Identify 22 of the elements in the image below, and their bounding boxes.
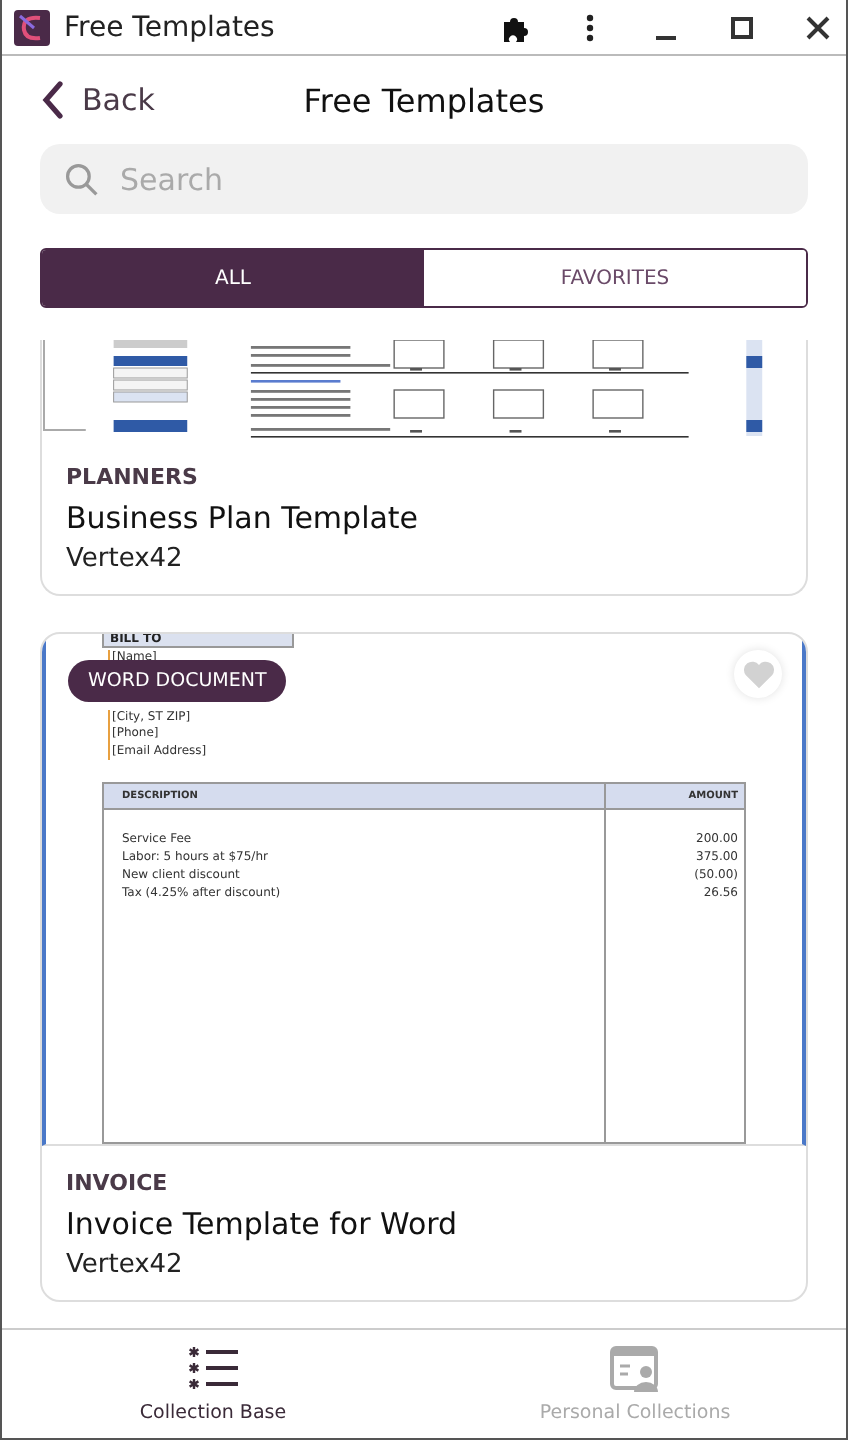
page-title: Free Templates (303, 81, 545, 119)
back-button[interactable]: Back (40, 80, 155, 120)
template-title: Business Plan Template (66, 500, 421, 536)
template-author: Vertex42 (66, 544, 185, 574)
template-card[interactable] (40, 632, 808, 1302)
template-category: INVOICE (66, 1170, 170, 1196)
filter-tab[interactable]: ALL (42, 250, 424, 306)
nav-tab[interactable]: Collection Base (2, 1330, 424, 1438)
template-category: PLANNERS (66, 464, 200, 490)
template-card[interactable]: PLANNERS Business Plan Template Vertex42 (40, 340, 808, 596)
window-title: Free Templates (64, 11, 277, 43)
list-icon (187, 1345, 239, 1393)
template-author: Vertex42 (66, 1250, 185, 1280)
search-field[interactable]: Search (40, 144, 808, 214)
profile-card-icon (609, 1345, 661, 1393)
app-logo-icon (14, 9, 50, 45)
back-chevron-icon (40, 80, 64, 120)
maximize-icon[interactable] (726, 11, 758, 43)
close-icon[interactable] (802, 11, 834, 43)
template-title: Invoice Template for Word (66, 1206, 460, 1242)
heart-icon (741, 659, 775, 689)
format-badge: WORD DOCUMENT (68, 660, 287, 702)
